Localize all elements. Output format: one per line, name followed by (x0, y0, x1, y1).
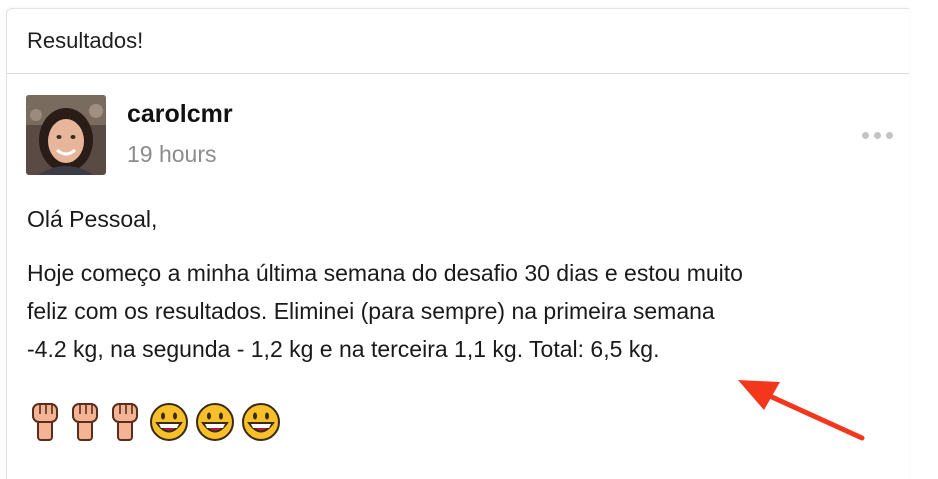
raised-fist-icon (32, 403, 58, 441)
post-body-line: Hoje começo a minha última semana do des… (27, 260, 743, 286)
card-header: Resultados! (7, 9, 909, 74)
avatar[interactable] (26, 95, 106, 175)
emoji-row (29, 400, 281, 442)
author-name[interactable]: carolcmr (127, 100, 233, 129)
grinning-face-icon (150, 403, 188, 441)
post-body-line: feliz com os resultados. Eliminei (para … (27, 298, 715, 324)
red-arrow-annotation (738, 380, 865, 441)
ellipsis-icon[interactable] (862, 132, 893, 139)
post-time[interactable]: 19 hours (127, 141, 217, 168)
raised-fist-icon (72, 403, 98, 441)
post-body: Olá Pessoal, Hoje começo a minha última … (27, 200, 907, 368)
grinning-face-icon (242, 403, 280, 441)
post-body-line: -4.2 kg, na segunda - 1,2 kg e na tercei… (27, 336, 660, 362)
grinning-face-icon (196, 403, 234, 441)
raised-fist-icon (112, 403, 138, 441)
post-greeting: Olá Pessoal, (27, 206, 158, 232)
card-title: Resultados! (27, 28, 144, 53)
